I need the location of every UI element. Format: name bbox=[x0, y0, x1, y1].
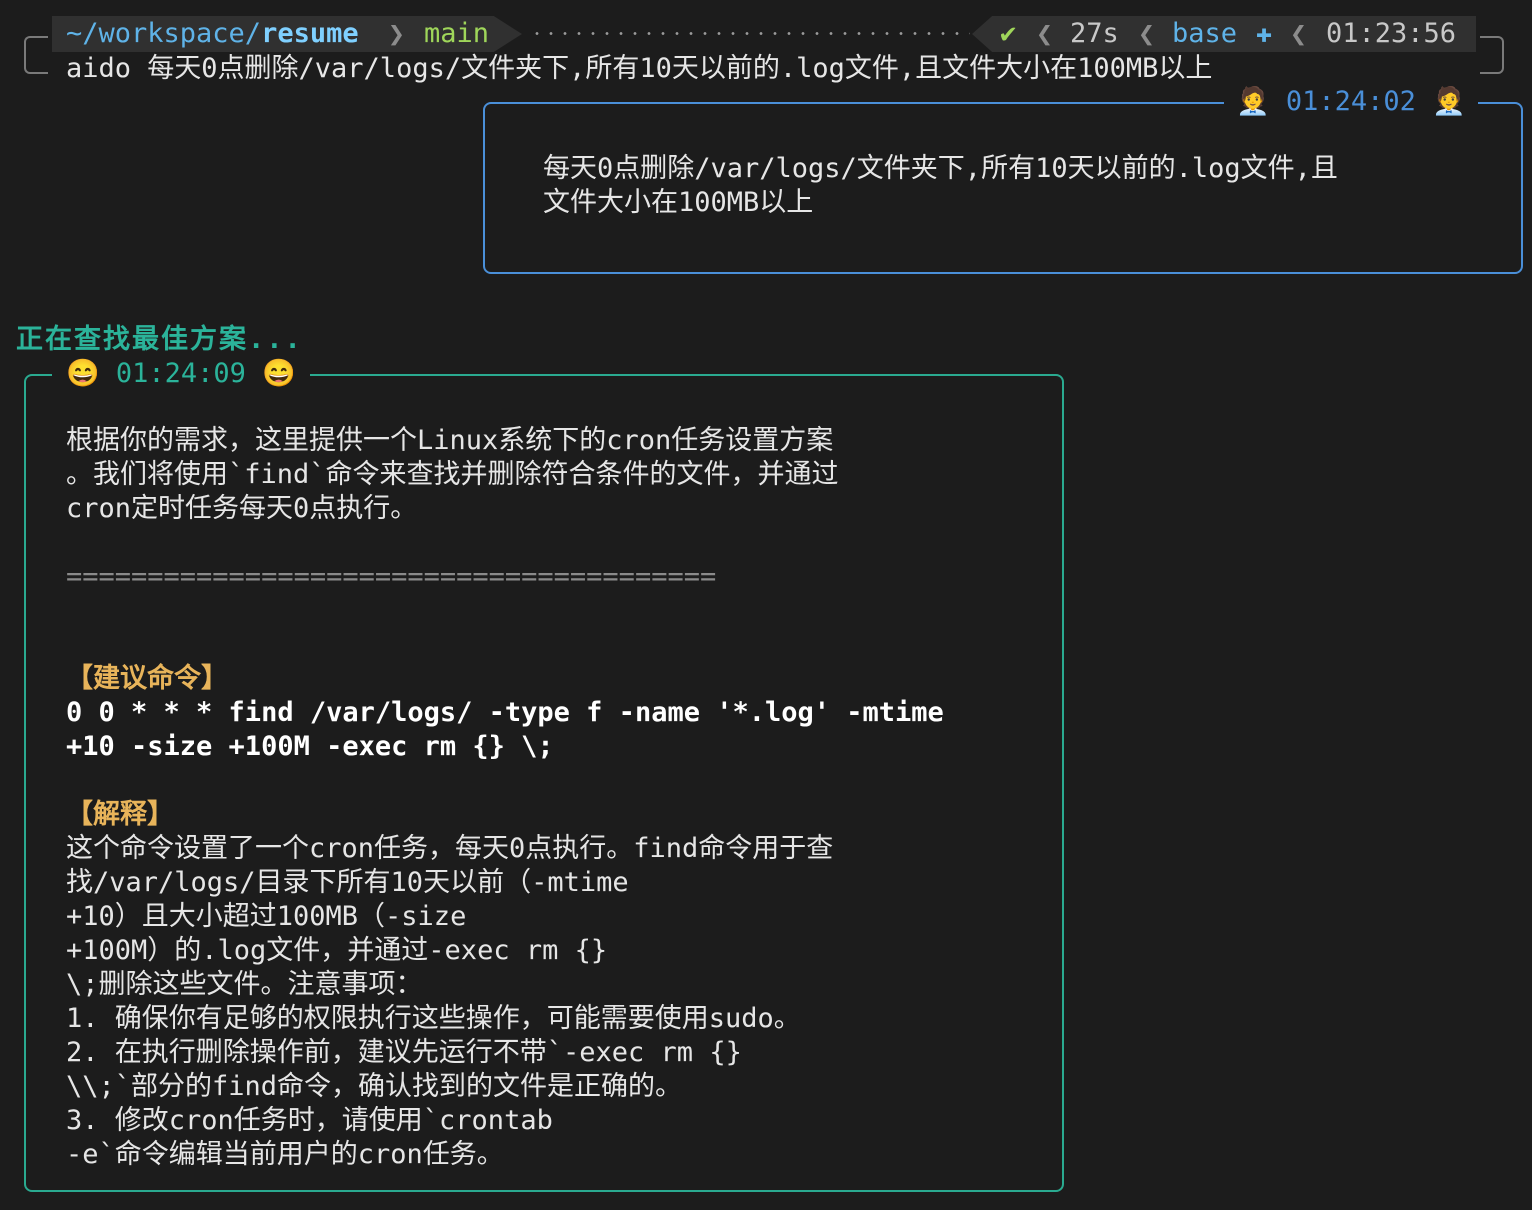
prompt-time: 01:23:56 bbox=[1326, 18, 1457, 49]
command-heading: 【建议命令】 bbox=[66, 663, 228, 694]
user-message-label: 🧑‍💼 01:24:02 🧑‍💼 bbox=[1224, 86, 1478, 118]
separator-line: ======================================== bbox=[66, 561, 717, 592]
suggested-command[interactable]: 0 0 * * * find /var/logs/ -type f -name … bbox=[66, 697, 944, 762]
python-icon: ✚ bbox=[1256, 18, 1273, 49]
assistant-message-label: 😄 01:24:09 😄 bbox=[52, 358, 310, 390]
git-branch: main bbox=[424, 18, 490, 49]
prompt-bracket-right bbox=[1480, 36, 1504, 74]
chevron-left-icon: ❮ bbox=[1036, 17, 1053, 50]
chevron-left-icon: ❮ bbox=[1138, 17, 1155, 50]
prompt-bracket-left bbox=[24, 36, 48, 74]
command-line[interactable]: aido 每天0点删除/var/logs/文件夹下,所有10天以前的.log文件… bbox=[66, 52, 1212, 86]
status-text: 正在查找最佳方案... bbox=[16, 324, 303, 355]
prompt-dots-filler bbox=[530, 32, 970, 35]
chevron-right-icon: ❯ bbox=[388, 17, 405, 50]
chevron-left-icon: ❮ bbox=[1290, 17, 1307, 50]
check-icon: ✔ bbox=[1000, 18, 1017, 49]
explanation-text: 这个命令设置了一个cron任务，每天0点执行。find命令用于查 找/var/l… bbox=[66, 833, 834, 1170]
conda-env: base bbox=[1172, 18, 1238, 49]
explain-heading: 【解释】 bbox=[66, 799, 174, 830]
prompt-path: ~/workspace/resume bbox=[66, 16, 359, 52]
user-message-text: 每天0点删除/var/logs/文件夹下,所有10天以前的.log文件,且 文件… bbox=[543, 153, 1338, 218]
path-prefix: ~/workspace/ bbox=[66, 18, 262, 49]
assistant-message-body: 根据你的需求，这里提供一个Linux系统下的cron任务设置方案 。我们将使用`… bbox=[66, 424, 944, 1172]
assistant-intro: 根据你的需求，这里提供一个Linux系统下的cron任务设置方案 。我们将使用`… bbox=[66, 425, 839, 524]
path-current: resume bbox=[261, 18, 359, 49]
command-duration: 27s bbox=[1070, 18, 1119, 49]
